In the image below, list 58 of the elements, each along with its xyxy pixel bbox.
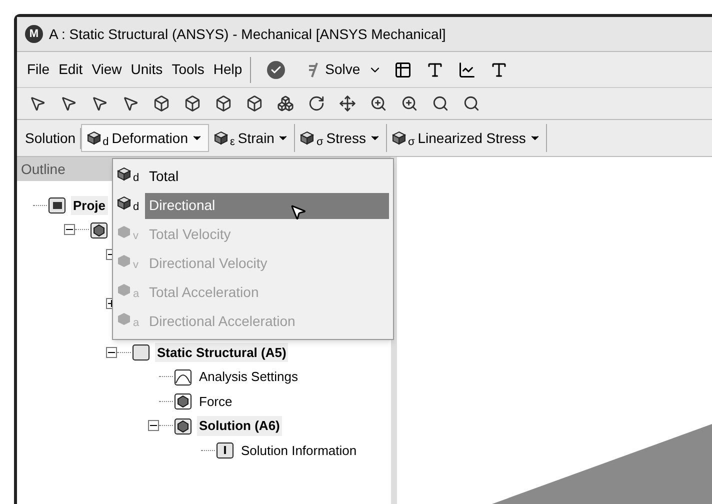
tree-item[interactable]: Analysis Settings bbox=[197, 367, 300, 386]
hexagon-icon bbox=[117, 282, 132, 297]
toolbar-dropdown-button[interactable]: ε Strain bbox=[208, 124, 296, 152]
window-title: A : Static Structural (ANSYS) - Mechanical [ANSYS Mechanical] bbox=[49, 24, 446, 44]
select-icon[interactable] bbox=[29, 95, 46, 112]
collapse-toggle[interactable] bbox=[106, 346, 116, 358]
info-page-icon bbox=[215, 440, 235, 460]
menu-item[interactable]: Units bbox=[130, 59, 163, 80]
menu-item[interactable]: Directional bbox=[145, 192, 389, 218]
chart-icon[interactable] bbox=[458, 60, 476, 78]
app-logo: M bbox=[25, 25, 43, 43]
zoom-icon[interactable] bbox=[370, 95, 387, 112]
subscript-label: a bbox=[133, 318, 140, 329]
collapse-toggle[interactable] bbox=[64, 224, 74, 236]
subscript-label: a bbox=[133, 288, 140, 300]
cube-icon bbox=[214, 131, 229, 145]
solve-button[interactable]: Solve bbox=[305, 59, 362, 80]
subscript-label: d bbox=[133, 172, 140, 184]
arrow-icon[interactable] bbox=[60, 95, 77, 112]
zoom-in-icon[interactable] bbox=[401, 95, 418, 112]
toolbar-dropdown-button[interactable]: σ Stress bbox=[295, 124, 387, 152]
tree-item[interactable]: Solution (A6) bbox=[197, 416, 282, 436]
cube-icon[interactable] bbox=[277, 95, 294, 112]
cube-icon bbox=[117, 166, 132, 181]
menu-item[interactable]: View bbox=[92, 59, 122, 80]
cube-icon bbox=[392, 131, 407, 145]
cursor-icon[interactable] bbox=[122, 95, 139, 112]
bell-curve-icon bbox=[173, 366, 193, 387]
subscript-label: ε bbox=[230, 137, 235, 148]
tree-item[interactable]: Solution Information bbox=[239, 440, 359, 460]
pan-icon[interactable] bbox=[339, 95, 356, 112]
subscript-label: d bbox=[102, 137, 109, 148]
subscript-label: v bbox=[133, 260, 138, 271]
menu-item[interactable]: Tools bbox=[172, 59, 204, 80]
menu-item[interactable]: Help bbox=[213, 59, 242, 80]
menu-item[interactable]: Edit bbox=[58, 59, 83, 80]
tree-item[interactable]: Force bbox=[197, 392, 234, 411]
subscript-label: d bbox=[133, 202, 140, 213]
menu-item[interactable]: File bbox=[27, 59, 50, 80]
check-icon[interactable] bbox=[267, 60, 286, 78]
tree-item[interactable]: Static Structural (A5) bbox=[155, 342, 288, 362]
text-icon[interactable] bbox=[426, 60, 444, 78]
mouse-cursor-icon bbox=[289, 203, 307, 221]
hexagon-icon bbox=[117, 254, 132, 268]
collapse-toggle[interactable] bbox=[148, 420, 158, 432]
toolbar-dropdown-button[interactable]: d Deformation bbox=[80, 124, 209, 152]
hexagon-icon bbox=[117, 224, 132, 239]
cube-icon bbox=[300, 131, 316, 145]
cube-icon bbox=[86, 131, 102, 145]
tree-item[interactable]: Proje bbox=[71, 196, 108, 215]
subscript-label: σ bbox=[408, 137, 415, 148]
cube-icon bbox=[117, 196, 132, 210]
rotate-icon[interactable] bbox=[308, 95, 325, 112]
toolbar-dropdown-button[interactable]: σ Linearized Stress bbox=[386, 124, 547, 152]
hexagon-icon bbox=[117, 312, 132, 326]
subscript-label: v bbox=[133, 230, 138, 242]
subscript-label: σ bbox=[316, 137, 324, 148]
grid-icon[interactable] bbox=[394, 60, 412, 78]
